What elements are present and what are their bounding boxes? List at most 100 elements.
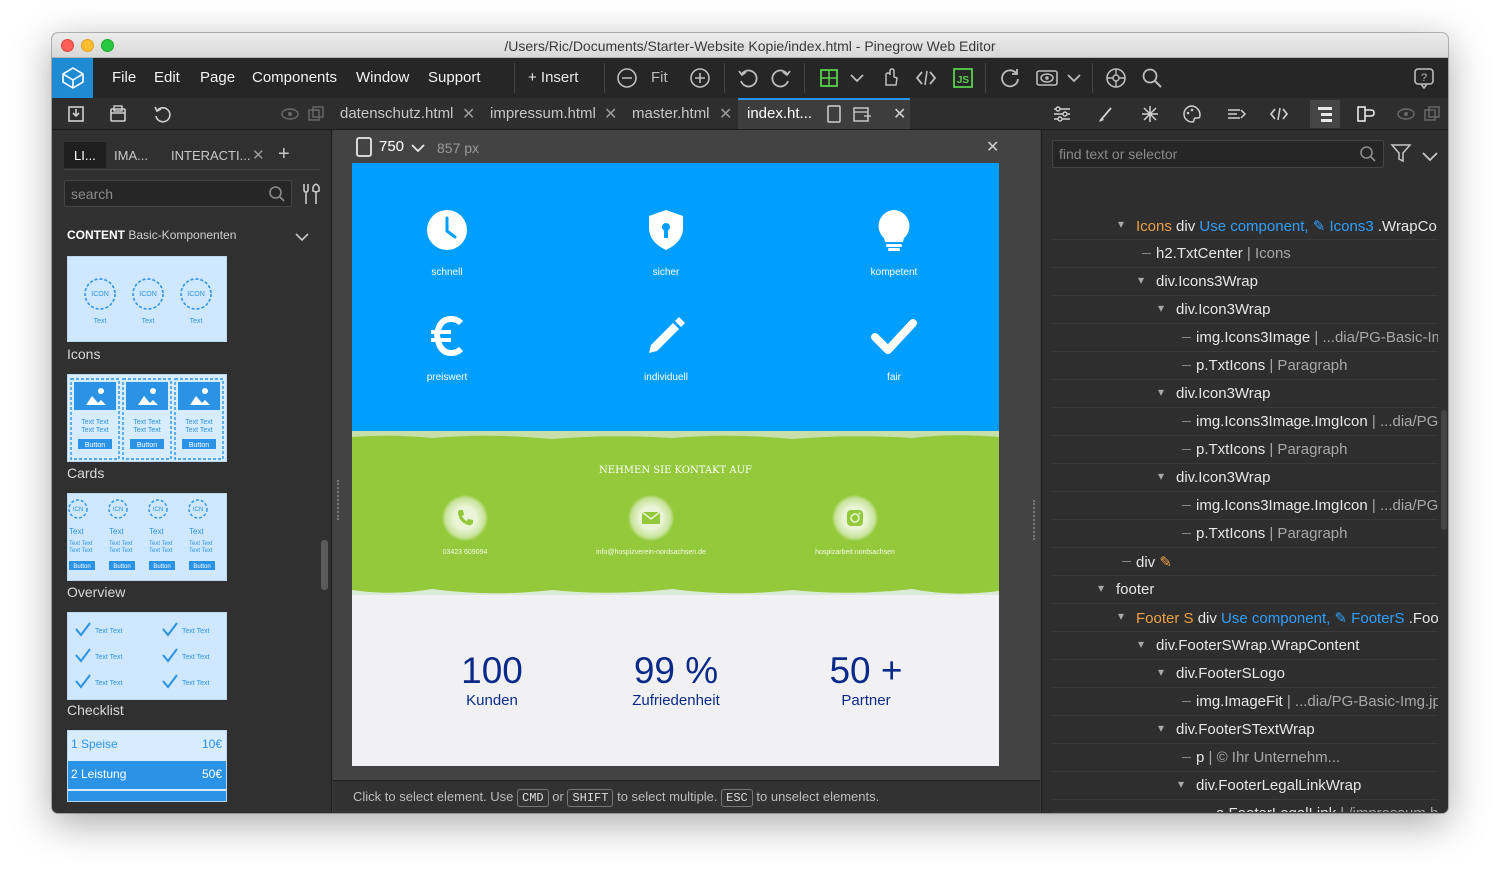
tree-row[interactable]: p.TxtIcons | Paragraph <box>1052 436 1438 464</box>
tree-row[interactable]: ▾ div.Icon3Wrap <box>1052 464 1438 492</box>
style-brush-icon[interactable] <box>1094 102 1118 126</box>
icon-item[interactable]: schnell <box>372 208 522 278</box>
refresh-icon[interactable] <box>998 66 1022 90</box>
component-thumb-pricelist[interactable]: 1 Speise 10€ 2 Leistung 50€ <box>67 730 227 802</box>
tree-row[interactable]: img.Icons3Image | ...dia/PG-Basic-Im <box>1052 324 1438 352</box>
style-brush-icon[interactable]: ✎ <box>1159 554 1172 571</box>
chevron-down-icon[interactable]: ▾ <box>1118 217 1124 231</box>
close-tab-icon[interactable]: ✕ <box>252 142 265 168</box>
filter-icon[interactable] <box>1390 142 1412 169</box>
tree-row[interactable]: ▾ div.FooterSTextWrap <box>1052 716 1438 744</box>
icon-item[interactable]: preiswert <box>372 315 522 383</box>
duplicate-icon[interactable] <box>1420 102 1444 126</box>
icon-item[interactable]: individuell <box>591 315 741 383</box>
duplicate-icon[interactable] <box>304 102 328 126</box>
tree-row[interactable]: img.ImageFit | ...dia/PG-Basic-Img.jp <box>1052 688 1438 716</box>
tree-row[interactable]: p.TxtIcons | Paragraph <box>1052 520 1438 548</box>
interaction-hand-icon[interactable] <box>878 66 902 90</box>
grid-layout-icon[interactable] <box>817 66 841 90</box>
code-view-icon[interactable] <box>1267 102 1291 126</box>
tablet-view-icon[interactable] <box>822 102 846 126</box>
plugins-icon[interactable] <box>1104 66 1128 90</box>
contact-item[interactable]: info@hospizverein-nordsachsen.de <box>556 495 746 556</box>
menu-components[interactable]: Components <box>252 69 337 86</box>
undo-icon[interactable] <box>735 66 759 90</box>
close-tab-icon[interactable]: ✕ <box>604 104 617 124</box>
interactions-spark-icon[interactable] <box>1138 102 1162 126</box>
tools-icon[interactable] <box>300 182 322 211</box>
use-component-link[interactable]: Use component, <box>1199 218 1308 235</box>
tree-row[interactable]: ▾ div.Icon3Wrap <box>1052 380 1438 408</box>
tree-row[interactable]: ▾ footer <box>1052 576 1438 604</box>
component-thumb-cards[interactable]: Text Text Text Text Button Text Text Tex… <box>67 374 227 462</box>
tab-datenschutz[interactable]: datenschutz.html <box>340 98 453 129</box>
component-thumb-icons[interactable]: ICON Text ICON Text ICON Text <box>67 256 227 342</box>
tree-search[interactable] <box>1052 140 1384 168</box>
new-window-icon[interactable] <box>850 102 874 126</box>
use-component-link[interactable]: Use component, <box>1221 610 1330 627</box>
menu-file[interactable]: File <box>112 69 136 86</box>
visibility-eye-icon[interactable] <box>1394 102 1418 126</box>
save-icon[interactable] <box>106 102 130 126</box>
reload-icon[interactable] <box>150 102 174 126</box>
icons-section[interactable]: schnell sicher kompetent preiswert indiv… <box>352 163 999 435</box>
tree-row[interactable]: a.FooterLegalLink | /impressum.ht <box>1052 800 1438 813</box>
javascript-icon[interactable]: JS <box>951 66 975 90</box>
tree-row[interactable]: ▾ div.FooterLegalLinkWrap <box>1052 772 1438 800</box>
tab-images[interactable]: IMA... <box>114 142 148 168</box>
code-icon[interactable] <box>914 66 938 90</box>
tree-row[interactable]: p.TxtIcons | Paragraph <box>1052 352 1438 380</box>
chevron-down-icon[interactable]: ▾ <box>1158 665 1164 679</box>
device-width-value[interactable]: 750 <box>379 138 404 155</box>
palette-icon[interactable] <box>1180 102 1204 126</box>
tree-row[interactable]: h2.TxtCenter | Icons <box>1052 240 1438 268</box>
stats-section[interactable]: 100 Kunden 99 % Zufriedenheit 50 + Partn… <box>352 595 999 766</box>
tree-row[interactable]: p | © Ihr Unternehm... <box>1052 744 1438 772</box>
library-search-input[interactable] <box>65 181 255 206</box>
zoom-fit-button[interactable]: Fit <box>651 69 668 86</box>
menu-window[interactable]: Window <box>356 69 409 86</box>
text-align-icon[interactable] <box>1224 102 1248 126</box>
library-search[interactable] <box>64 180 292 207</box>
tab-library[interactable]: LI... <box>64 142 106 168</box>
icon-item[interactable]: kompetent <box>819 208 969 278</box>
preview-eye-icon[interactable] <box>1035 66 1059 90</box>
chevron-down-icon[interactable] <box>1422 148 1438 166</box>
tree-row[interactable]: ▾ Icons div Use component, ✎ Icons3 .Wra… <box>1052 212 1438 240</box>
help-icon[interactable]: ? <box>1412 66 1436 90</box>
page-preview[interactable]: schnell sicher kompetent preiswert indiv… <box>352 163 999 766</box>
tree-scrollbar[interactable] <box>1441 410 1447 530</box>
zoom-out-icon[interactable] <box>615 66 639 90</box>
device-tablet-icon[interactable] <box>355 136 373 163</box>
chevron-down-icon[interactable]: ▾ <box>1158 469 1164 483</box>
library-scrollbar[interactable] <box>321 540 328 590</box>
tree-view-icon[interactable] <box>1310 100 1340 128</box>
chevron-down-icon[interactable]: ▾ <box>1138 273 1144 287</box>
tab-impressum[interactable]: impressum.html <box>490 98 596 129</box>
chevron-down-icon[interactable]: ▾ <box>1158 721 1164 735</box>
tab-interactions[interactable]: INTERACTI... <box>171 142 250 168</box>
search-icon[interactable] <box>1359 145 1377 168</box>
chevron-down-icon[interactable]: ▾ <box>1158 385 1164 399</box>
edit-component-link[interactable]: ✎ Icons3 <box>1309 218 1374 235</box>
menu-page[interactable]: Page <box>200 69 235 86</box>
close-device-icon[interactable]: ✕ <box>986 137 999 157</box>
menu-support[interactable]: Support <box>428 69 481 86</box>
redo-icon[interactable] <box>770 66 794 90</box>
edit-component-link[interactable]: ✎ FooterS <box>1330 610 1404 627</box>
contact-item[interactable]: 03423 609094 <box>370 495 560 556</box>
menu-edit[interactable]: Edit <box>154 69 180 86</box>
tree-row[interactable]: div ✎ <box>1052 548 1438 576</box>
insert-button[interactable]: + Insert <box>528 69 578 86</box>
chevron-down-icon[interactable]: ▾ <box>1138 637 1144 651</box>
chevron-down-icon[interactable]: ▾ <box>1178 777 1184 791</box>
tree-row[interactable]: ▾ div.Icon3Wrap <box>1052 296 1438 324</box>
chevron-down-icon[interactable]: ▾ <box>1118 609 1124 623</box>
library-section-header[interactable]: CONTENT Basic-Komponenten <box>67 228 236 242</box>
search-icon[interactable] <box>268 185 286 208</box>
library-icon[interactable] <box>1354 102 1378 126</box>
tree-search-input[interactable] <box>1053 141 1343 167</box>
close-tab-icon[interactable]: ✕ <box>719 104 732 124</box>
tree-row[interactable]: ▾ div.Icons3Wrap <box>1052 268 1438 296</box>
component-thumb-overview[interactable]: ICN Text Text Text Text Text Button ICN … <box>67 493 227 581</box>
